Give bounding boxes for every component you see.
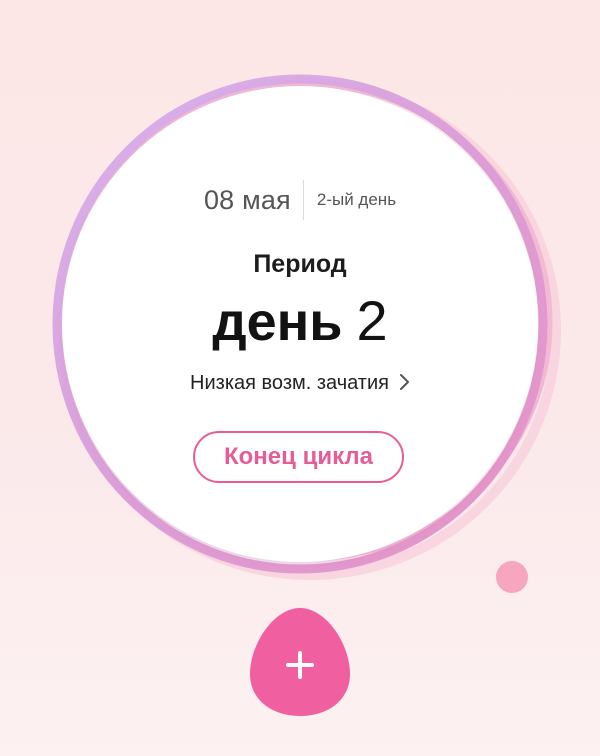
cycle-status-card: 08 мая 2-ый день Период день 2 Низкая воз… [62,86,538,562]
chevron-right-icon [399,373,410,395]
end-cycle-button[interactable]: Конец цикла [193,431,404,483]
fertility-link[interactable]: Низкая возм. зачатия [62,372,538,395]
period-day-word: день [212,292,343,352]
add-log-button[interactable] [250,606,350,718]
current-date: 08 мая [203,184,291,215]
decorative-dot [496,561,528,593]
fertility-label: Низкая возм. зачатия [190,372,389,394]
day-of-cycle-label: 2-ый день [316,190,397,209]
date-row: 08 мая 2-ый день [62,180,538,220]
period-day-number: 2 [356,289,388,352]
period-day-heading: день 2 [62,286,538,356]
phase-title: Период [253,250,347,278]
